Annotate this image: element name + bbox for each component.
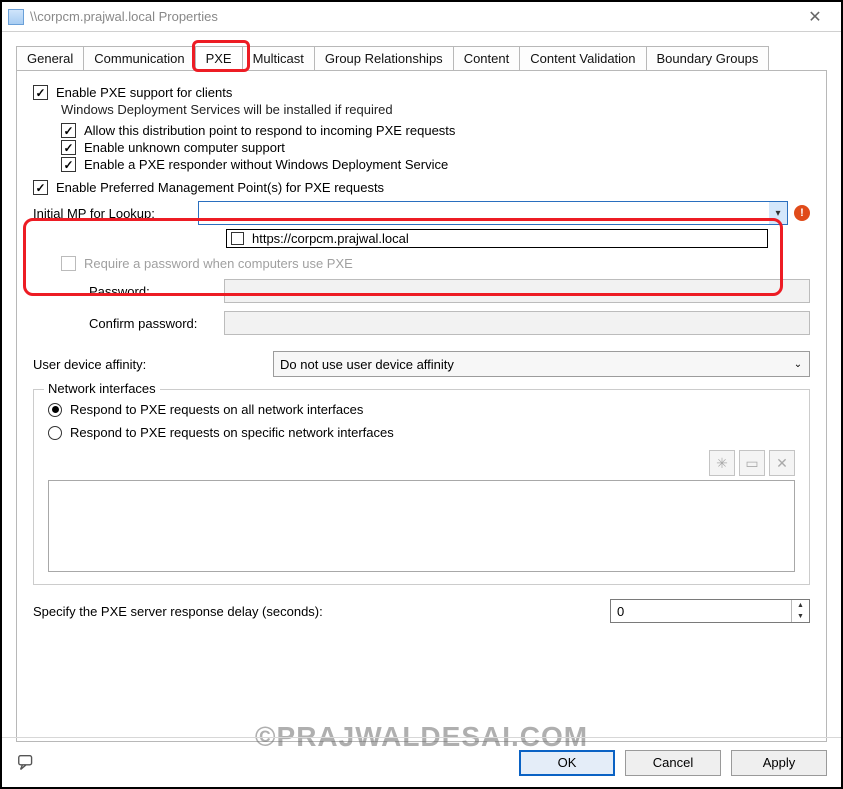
warning-icon: ! xyxy=(794,205,810,221)
checkbox-preferred-mp[interactable] xyxy=(33,180,48,195)
label-response-delay: Specify the PXE server response delay (s… xyxy=(33,604,610,619)
window-icon xyxy=(8,9,24,25)
chevron-down-icon[interactable]: ⌄ xyxy=(788,353,808,375)
label-password: Password: xyxy=(89,284,224,299)
delete-interface-button: ✕ xyxy=(769,450,795,476)
list-network-interfaces xyxy=(48,480,795,572)
label-user-device-affinity: User device affinity: xyxy=(33,357,273,372)
checkbox-allow-respond[interactable] xyxy=(61,123,76,138)
checkbox-require-password[interactable] xyxy=(61,256,76,271)
fieldset-network-interfaces: Network interfaces Respond to PXE reques… xyxy=(33,389,810,585)
tab-multicast[interactable]: Multicast xyxy=(242,46,315,71)
dialog-footer: OK Cancel Apply xyxy=(2,737,841,787)
cancel-button[interactable]: Cancel xyxy=(625,750,721,776)
tab-communication[interactable]: Communication xyxy=(83,46,195,71)
tab-pxe[interactable]: PXE xyxy=(195,46,243,71)
radio-specific-interfaces[interactable] xyxy=(48,426,62,440)
spinner-response-delay[interactable]: 0 ▲ ▼ xyxy=(610,599,810,623)
edit-interface-button: ▭ xyxy=(739,450,765,476)
label-confirm-password: Confirm password: xyxy=(89,316,224,331)
tab-general[interactable]: General xyxy=(16,46,84,71)
checkbox-responder-nowds[interactable] xyxy=(61,157,76,172)
chevron-down-icon[interactable]: ▾ xyxy=(769,202,787,224)
label-unknown-support: Enable unknown computer support xyxy=(84,140,285,155)
tab-strip: General Communication PXE Multicast Grou… xyxy=(16,46,827,71)
legend-network-interfaces: Network interfaces xyxy=(44,381,160,396)
label-initial-mp: Initial MP for Lookup: xyxy=(33,206,198,221)
label-specific-interfaces: Respond to PXE requests on specific netw… xyxy=(70,425,394,440)
spinner-down-icon[interactable]: ▼ xyxy=(792,611,809,622)
input-password xyxy=(224,279,810,303)
ok-button[interactable]: OK xyxy=(519,750,615,776)
label-all-interfaces: Respond to PXE requests on all network i… xyxy=(70,402,363,417)
tab-content[interactable]: Content xyxy=(453,46,521,71)
checkbox-mp-option[interactable] xyxy=(231,232,244,245)
tab-content-validation[interactable]: Content Validation xyxy=(519,46,646,71)
input-confirm-password xyxy=(224,311,810,335)
tab-boundary-groups[interactable]: Boundary Groups xyxy=(646,46,770,71)
label-enable-pxe: Enable PXE support for clients xyxy=(56,85,232,100)
label-preferred-mp: Enable Preferred Management Point(s) for… xyxy=(56,180,384,195)
close-button[interactable]: ✕ xyxy=(795,3,835,31)
label-responder-nowds: Enable a PXE responder without Windows D… xyxy=(84,157,448,172)
dropdown-initial-mp[interactable]: ▾ xyxy=(198,201,788,225)
select-user-device-affinity[interactable]: Do not use user device affinity ⌄ xyxy=(273,351,810,377)
window-title: \\corpcm.prajwal.local Properties xyxy=(30,9,218,24)
checkbox-enable-pxe[interactable] xyxy=(33,85,48,100)
apply-button[interactable]: Apply xyxy=(731,750,827,776)
spinner-up-icon[interactable]: ▲ xyxy=(792,600,809,611)
select-affinity-value: Do not use user device affinity xyxy=(280,357,454,372)
radio-all-interfaces[interactable] xyxy=(48,403,62,417)
label-wds-note: Windows Deployment Services will be inst… xyxy=(61,102,810,117)
tab-panel-pxe: Enable PXE support for clients Windows D… xyxy=(16,70,827,742)
dropdown-option-label[interactable]: https://corpcm.prajwal.local xyxy=(252,231,409,246)
properties-window: \\corpcm.prajwal.local Properties ✕ Gene… xyxy=(0,0,843,789)
tab-group-relationships[interactable]: Group Relationships xyxy=(314,46,454,71)
label-allow-respond: Allow this distribution point to respond… xyxy=(84,123,455,138)
new-interface-button: ✳ xyxy=(709,450,735,476)
label-require-password: Require a password when computers use PX… xyxy=(84,256,353,271)
titlebar: \\corpcm.prajwal.local Properties ✕ xyxy=(2,2,841,32)
checkbox-unknown-support[interactable] xyxy=(61,140,76,155)
help-icon[interactable] xyxy=(16,752,38,774)
dropdown-list-initial-mp[interactable]: https://corpcm.prajwal.local xyxy=(226,229,768,248)
spinner-value: 0 xyxy=(617,604,624,619)
